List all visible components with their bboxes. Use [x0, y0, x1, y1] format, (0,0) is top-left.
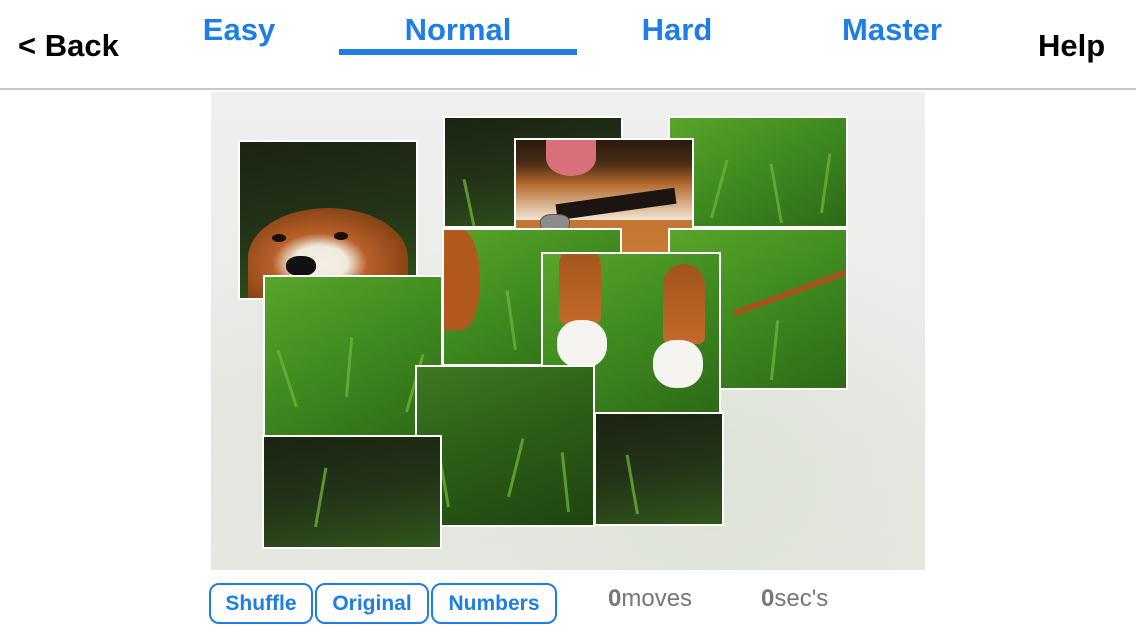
puzzle-tile[interactable]: [262, 435, 442, 549]
puzzle-tile[interactable]: [594, 412, 724, 526]
numbers-button[interactable]: Numbers: [431, 583, 557, 624]
secs-label: sec's: [774, 585, 829, 612]
selected-tab-indicator: [339, 49, 577, 55]
tab-hard[interactable]: Hard: [600, 12, 754, 48]
header-divider: [0, 88, 1136, 90]
puzzle-tile[interactable]: [668, 116, 848, 228]
back-button[interactable]: < Back: [18, 28, 119, 64]
tab-master[interactable]: Master: [812, 12, 972, 48]
secs-count: 0: [761, 585, 775, 612]
original-button[interactable]: Original: [315, 583, 429, 624]
puzzle-board: [211, 92, 925, 570]
shuffle-button[interactable]: Shuffle: [209, 583, 313, 624]
moves-count: 0: [608, 585, 622, 612]
moves-label: moves: [621, 585, 693, 612]
moves-counter: 0moves: [608, 585, 692, 613]
tab-normal[interactable]: Normal: [340, 12, 576, 48]
tab-easy[interactable]: Easy: [160, 12, 318, 48]
puzzle-tile[interactable]: [415, 365, 595, 527]
timer: 0sec's: [761, 585, 828, 613]
help-button[interactable]: Help: [1038, 28, 1105, 64]
